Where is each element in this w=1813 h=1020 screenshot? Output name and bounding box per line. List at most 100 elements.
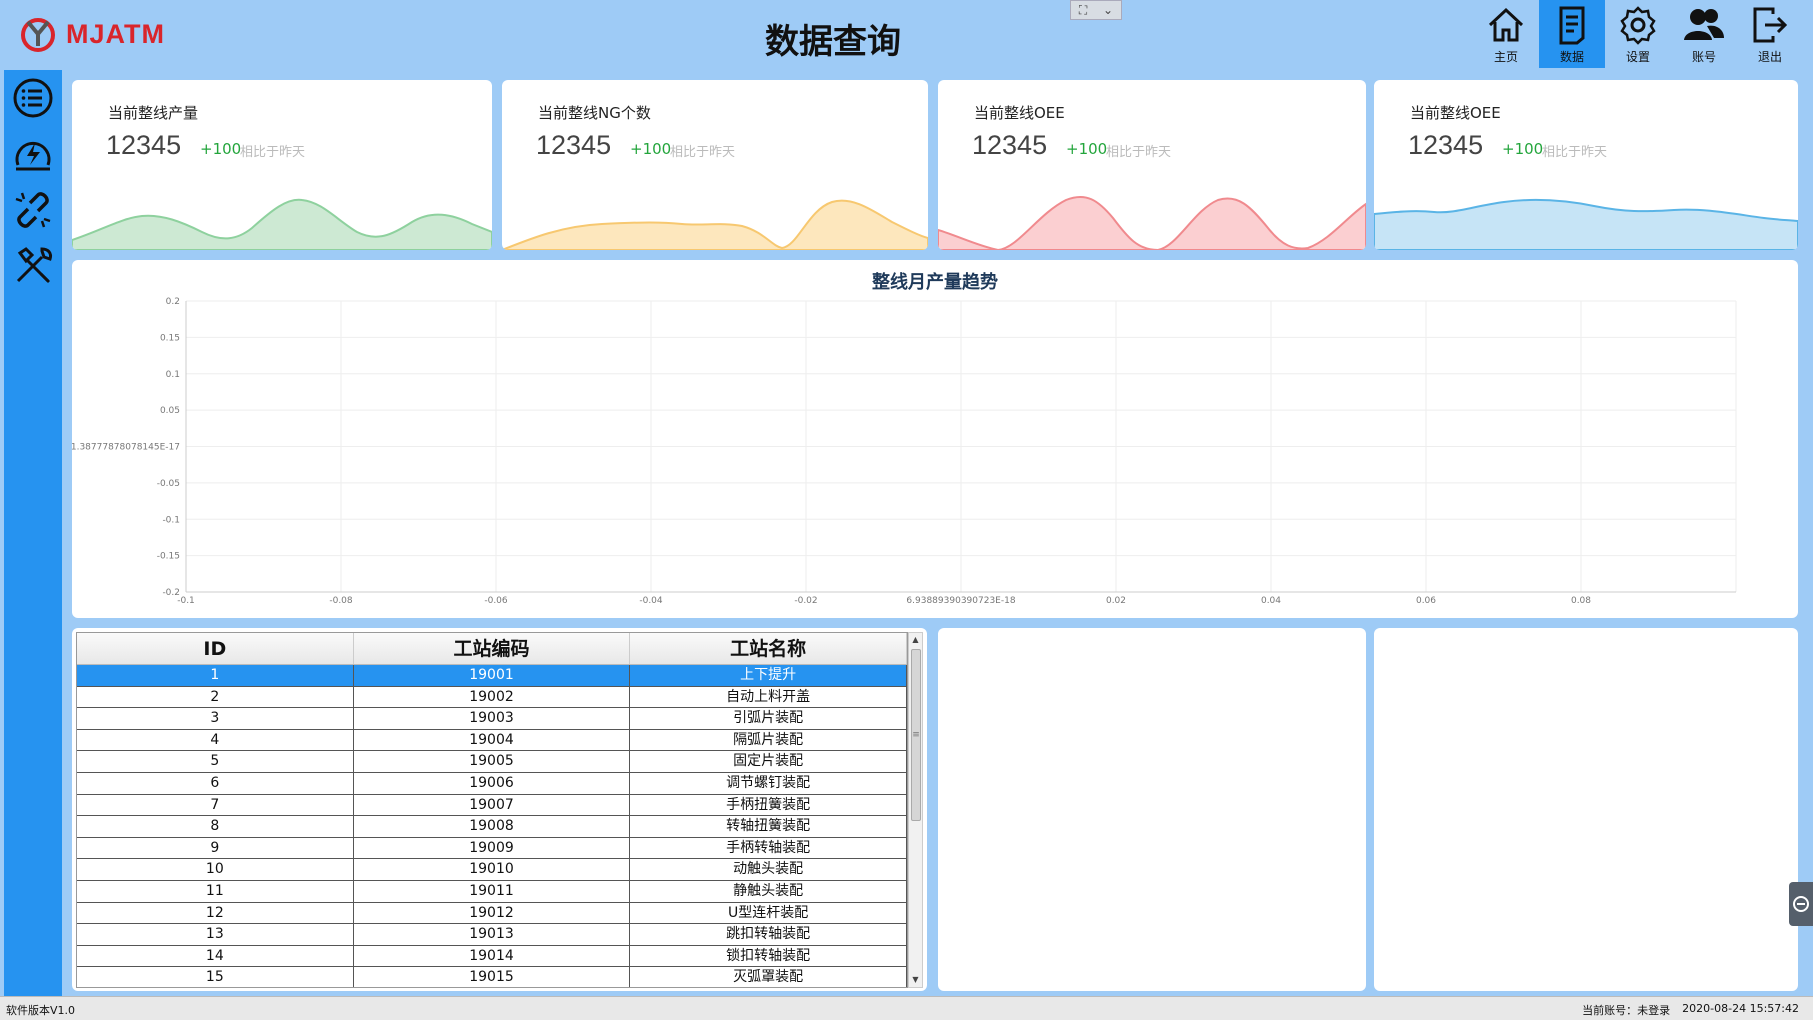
table-cell: 13 bbox=[77, 924, 354, 945]
table-row[interactable]: 1 19001 上下提升 bbox=[77, 665, 907, 687]
y-tick-label: -1.38777878078145E-17 bbox=[72, 443, 180, 453]
scroll-thumb[interactable]: ≡ bbox=[911, 649, 921, 821]
header-bar: MJATM 数据查询 ⛶ ⌄ 主页 数据 设置 账号 退出 bbox=[0, 0, 1813, 70]
table-row[interactable]: 8 19008 转轴扭簧装配 bbox=[77, 816, 907, 838]
scroll-down-icon[interactable]: ▼ bbox=[909, 973, 922, 987]
table-row[interactable]: 13 19013 跳扣转轴装配 bbox=[77, 924, 907, 946]
table-row[interactable]: 2 19002 自动上料开盖 bbox=[77, 686, 907, 709]
kpi-title: 当前整线产量 bbox=[108, 104, 199, 122]
table-cell: 动触头装配 bbox=[630, 859, 907, 880]
y-tick-label: 0.2 bbox=[166, 297, 180, 307]
restore-icon[interactable]: ⛶ bbox=[1079, 3, 1087, 18]
station-table-card: ID 工站编码 工站名称 1 19001 上下提升 2 19002 自动上料开盖 3 1900… bbox=[72, 628, 927, 991]
sidebar-item-list[interactable] bbox=[4, 70, 62, 126]
table-cell: 手柄转轴装配 bbox=[630, 837, 907, 859]
power-gauge-icon bbox=[15, 142, 51, 171]
table-cell: 15 bbox=[77, 967, 354, 987]
nav-account-label: 账号 bbox=[1691, 49, 1716, 64]
trend-chart-card: 整线月产量趋势 -0.1 -0.08 -0.06 -0.04 -0.02 6.938893… bbox=[72, 260, 1798, 618]
table-cell: 手柄扭簧装配 bbox=[630, 794, 907, 816]
chevron-down-icon[interactable]: ⌄ bbox=[1103, 3, 1113, 17]
x-tick-label: -0.04 bbox=[639, 596, 663, 606]
y-tick-label: -0.15 bbox=[157, 552, 180, 562]
window-controls[interactable]: ⛶ ⌄ bbox=[1070, 0, 1122, 20]
table-cell: 转轴扭簧装配 bbox=[630, 816, 907, 837]
x-tick-label: -0.02 bbox=[794, 596, 817, 606]
gear-icon bbox=[1620, 5, 1656, 45]
sidebar-item-link[interactable] bbox=[4, 182, 62, 238]
kpi-value: 12345 bbox=[536, 130, 612, 160]
kpi-title: 当前整线OEE bbox=[1410, 104, 1501, 122]
kpi-title: 当前整线NG个数 bbox=[538, 104, 651, 122]
table-row[interactable]: 3 19003 引弧片装配 bbox=[77, 708, 907, 730]
table-row[interactable]: 6 19006 调节螺钉装配 bbox=[77, 772, 907, 795]
table-cell: 19006 bbox=[354, 772, 631, 794]
sidebar-item-tools[interactable] bbox=[4, 238, 62, 294]
table-scrollbar[interactable]: ▲ ≡ ▼ bbox=[908, 632, 923, 988]
column-header-name[interactable]: 工站名称 bbox=[630, 633, 907, 664]
side-panel-handle[interactable] bbox=[1789, 882, 1813, 926]
table-row[interactable]: 15 19015 灭弧罩装配 bbox=[77, 967, 907, 987]
table-cell: 上下提升 bbox=[630, 665, 907, 686]
status-right: 当前账号：未登录 2020-08-24 15:57:42 bbox=[1582, 1002, 1799, 1018]
table-cell: 19010 bbox=[354, 859, 631, 880]
y-tick-label: 0.05 bbox=[160, 406, 180, 416]
x-tick-label: -0.08 bbox=[329, 596, 353, 606]
kpi-compare: 相比于昨天 bbox=[240, 145, 306, 160]
tools-icon bbox=[16, 247, 52, 283]
table-row[interactable]: 10 19010 动触头装配 bbox=[77, 859, 907, 881]
table-row[interactable]: 5 19005 固定片装配 bbox=[77, 751, 907, 773]
current-account: 当前账号：未登录 bbox=[1582, 1004, 1671, 1017]
table-cell: 4 bbox=[77, 729, 354, 751]
table-cell: 14 bbox=[77, 945, 354, 967]
table-body: 1 19001 上下提升 2 19002 自动上料开盖 3 19003 引弧片装配 4 19004 隔… bbox=[77, 665, 907, 987]
table-row[interactable]: 14 19014 锁扣转轴装配 bbox=[77, 945, 907, 968]
x-tick-label: 0.02 bbox=[1106, 596, 1126, 606]
nav-logout-label: 退出 bbox=[1757, 49, 1782, 64]
software-version: 软件版本V1.0 bbox=[6, 1004, 76, 1017]
table-cell: 2 bbox=[77, 686, 354, 708]
column-header-id[interactable]: ID bbox=[77, 633, 354, 664]
table-cell: 19007 bbox=[354, 794, 631, 816]
nav-logout-button[interactable]: 退出 bbox=[1737, 0, 1803, 68]
table-cell: 19011 bbox=[354, 880, 631, 902]
nav-account-button[interactable]: 账号 bbox=[1671, 0, 1737, 68]
nav-settings-label: 设置 bbox=[1625, 49, 1650, 64]
table-cell: 静触头装配 bbox=[630, 880, 907, 902]
x-tick-label: 0.08 bbox=[1571, 596, 1591, 606]
table-header: ID 工站编码 工站名称 bbox=[77, 633, 907, 665]
table-row[interactable]: 11 19011 静触头装配 bbox=[77, 880, 907, 903]
table-cell: 6 bbox=[77, 772, 354, 794]
table-cell: 19015 bbox=[354, 967, 631, 987]
table-cell: 11 bbox=[77, 880, 354, 902]
kpi-card-oee-2: 当前整线OEE 12345 +100 相比于昨天 bbox=[1374, 80, 1798, 250]
trend-chart: -0.1 -0.08 -0.06 -0.04 -0.02 6.93889390390723… bbox=[72, 297, 1737, 606]
page-title: 数据查询 bbox=[765, 22, 901, 62]
status-bar: 软件版本V1.0 当前账号：未登录 2020-08-24 15:57:42 bbox=[0, 996, 1813, 1020]
x-tick-label: 6.93889390390723E-18 bbox=[906, 596, 1015, 606]
table-cell: 跳扣转轴装配 bbox=[630, 924, 907, 945]
table-row[interactable]: 9 19009 手柄转轴装配 bbox=[77, 837, 907, 860]
kpi-delta: +100 bbox=[1502, 140, 1544, 158]
table-cell: 19012 bbox=[354, 902, 631, 924]
table-row[interactable]: 4 19004 隔弧片装配 bbox=[77, 729, 907, 752]
kpi-compare: 相比于昨天 bbox=[670, 145, 736, 160]
nav-home-button[interactable]: 主页 bbox=[1473, 0, 1539, 68]
station-table: ID 工站编码 工站名称 1 19001 上下提升 2 19002 自动上料开盖 3 1900… bbox=[76, 632, 908, 988]
sidebar-item-power[interactable] bbox=[4, 126, 62, 182]
table-cell: 引弧片装配 bbox=[630, 708, 907, 729]
nav-data-button[interactable]: 数据 bbox=[1539, 0, 1605, 68]
table-row[interactable]: 12 19012 U型连杆装配 bbox=[77, 902, 907, 925]
column-header-code[interactable]: 工站编码 bbox=[354, 633, 631, 664]
scroll-up-icon[interactable]: ▲ bbox=[909, 633, 922, 647]
table-cell: 19005 bbox=[354, 751, 631, 772]
empty-panel-1 bbox=[938, 628, 1366, 991]
table-cell: 19013 bbox=[354, 924, 631, 945]
kpi-wave-chart bbox=[72, 198, 492, 250]
table-row[interactable]: 7 19007 手柄扭簧装配 bbox=[77, 794, 907, 817]
x-tick-label: -0.06 bbox=[484, 596, 508, 606]
table-cell: 19008 bbox=[354, 816, 631, 837]
nav-settings-button[interactable]: 设置 bbox=[1605, 0, 1671, 68]
table-cell: 19014 bbox=[354, 945, 631, 967]
kpi-value: 12345 bbox=[106, 130, 182, 160]
